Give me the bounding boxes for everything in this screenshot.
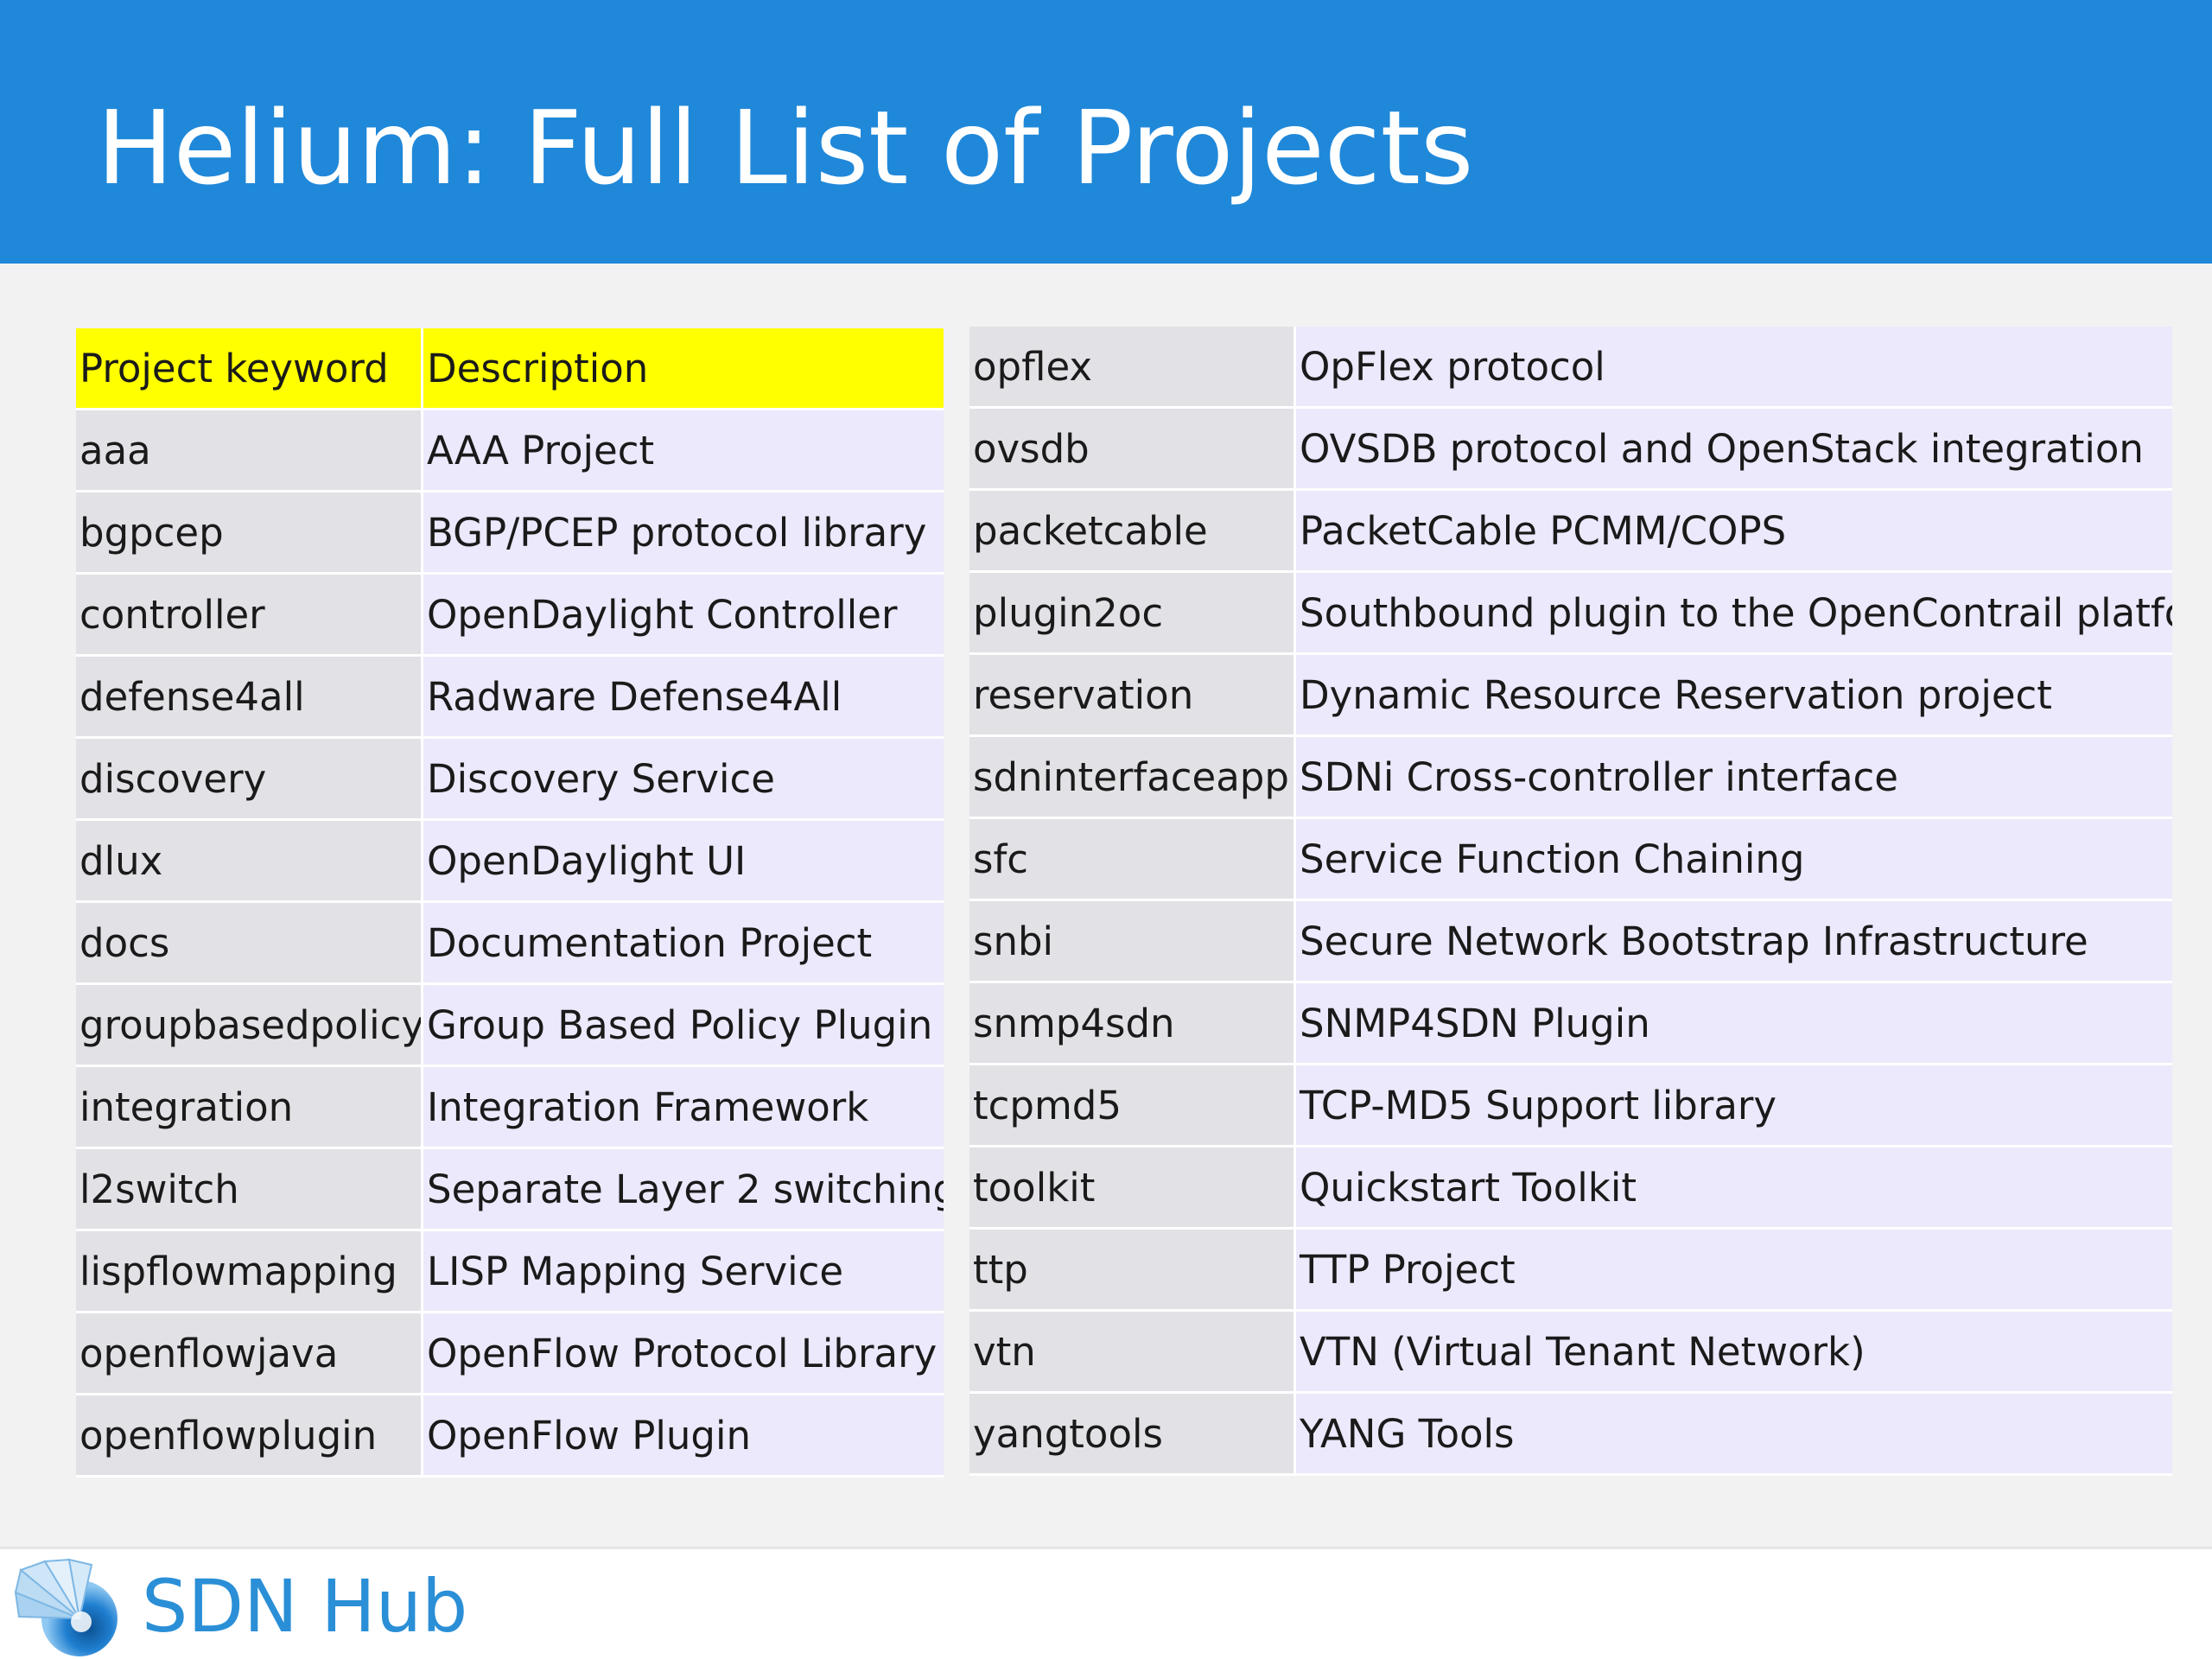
table-row: controller OpenDaylight Controller <box>76 575 944 657</box>
project-description: OpenDaylight Controller <box>423 575 944 657</box>
project-keyword: bgpcep <box>76 493 423 575</box>
project-keyword: vtn <box>969 1312 1296 1394</box>
project-description: Service Function Chaining <box>1296 819 2172 901</box>
project-keyword: integration <box>76 1067 423 1149</box>
project-description: Southbound plugin to the OpenContrail pl… <box>1296 573 2172 655</box>
project-keyword: groupbasedpolicy <box>76 985 423 1067</box>
project-keyword: openflowjava <box>76 1313 423 1395</box>
table-row: yangtools YANG Tools <box>969 1394 2172 1476</box>
footer-bar: SDN Hub <box>0 1547 2212 1659</box>
table-row: ovsdb OVSDB protocol and OpenStack integ… <box>969 409 2172 491</box>
project-description: AAA Project <box>423 410 944 493</box>
projects-table-left: Project keyword Description aaa AAA Proj… <box>76 328 944 1478</box>
project-description: OpenFlow Protocol Library <box>423 1313 944 1395</box>
project-description: BGP/PCEP protocol library <box>423 493 944 575</box>
table-row: tcpmd5 TCP-MD5 Support library <box>969 1065 2172 1147</box>
project-keyword: dlux <box>76 821 423 903</box>
project-keyword: snbi <box>969 901 1296 983</box>
project-keyword: discovery <box>76 739 423 821</box>
project-keyword: openflowplugin <box>76 1395 423 1478</box>
project-description: TTP Project <box>1296 1230 2172 1312</box>
table-row: openflowjava OpenFlow Protocol Library <box>76 1313 944 1395</box>
project-keyword: l2switch <box>76 1149 423 1231</box>
project-keyword: sdninterfaceapp <box>969 737 1296 819</box>
project-keyword: reservation <box>969 655 1296 737</box>
project-description: PacketCable PCMM/COPS <box>1296 491 2172 573</box>
sdn-hub-logo-icon <box>14 1558 118 1656</box>
table-row: vtn VTN (Virtual Tenant Network) <box>969 1312 2172 1394</box>
table-row: bgpcep BGP/PCEP protocol library <box>76 493 944 575</box>
slide-title: Helium: Full List of Projects <box>97 88 1474 207</box>
table-header-row: Project keyword Description <box>76 328 944 410</box>
project-keyword: lispflowmapping <box>76 1231 423 1313</box>
project-keyword: defense4all <box>76 657 423 739</box>
table-row: dlux OpenDaylight UI <box>76 821 944 903</box>
project-keyword: ovsdb <box>969 409 1296 491</box>
table-row: integration Integration Framework <box>76 1067 944 1149</box>
project-description: Integration Framework <box>423 1067 944 1149</box>
project-description: OpenFlow Plugin <box>423 1395 944 1478</box>
table-row: toolkit Quickstart Toolkit <box>969 1147 2172 1230</box>
project-description: Documentation Project <box>423 903 944 985</box>
project-description: Radware Defense4All <box>423 657 944 739</box>
project-keyword: opflex <box>969 327 1296 409</box>
project-keyword: sfc <box>969 819 1296 901</box>
project-description: SNMP4SDN Plugin <box>1296 983 2172 1065</box>
table-row: snbi Secure Network Bootstrap Infrastruc… <box>969 901 2172 983</box>
table-row: lispflowmapping LISP Mapping Service <box>76 1231 944 1313</box>
project-description: OVSDB protocol and OpenStack integration <box>1296 409 2172 491</box>
table-row: opflex OpFlex protocol <box>969 327 2172 409</box>
project-keyword: snmp4sdn <box>969 983 1296 1065</box>
project-description: Group Based Policy Plugin <box>423 985 944 1067</box>
table-row: ttp TTP Project <box>969 1230 2172 1312</box>
project-description: Dynamic Resource Reservation project <box>1296 655 2172 737</box>
project-keyword: plugin2oc <box>969 573 1296 655</box>
table-row: l2switch Separate Layer 2 switching <box>76 1149 944 1231</box>
project-keyword: toolkit <box>969 1147 1296 1230</box>
project-keyword: packetcable <box>969 491 1296 573</box>
project-description: OpFlex protocol <box>1296 327 2172 409</box>
table-row: sfc Service Function Chaining <box>969 819 2172 901</box>
project-description: LISP Mapping Service <box>423 1231 944 1313</box>
table-row: packetcable PacketCable PCMM/COPS <box>969 491 2172 573</box>
table-row: snmp4sdn SNMP4SDN Plugin <box>969 983 2172 1065</box>
project-description: Quickstart Toolkit <box>1296 1147 2172 1230</box>
project-keyword: yangtools <box>969 1394 1296 1476</box>
table-row: openflowplugin OpenFlow Plugin <box>76 1395 944 1478</box>
table-row: discovery Discovery Service <box>76 739 944 821</box>
table-row: sdninterfaceapp SDNi Cross-controller in… <box>969 737 2172 819</box>
table-row: defense4all Radware Defense4All <box>76 657 944 739</box>
project-keyword: tcpmd5 <box>969 1065 1296 1147</box>
project-keyword: docs <box>76 903 423 985</box>
project-description: YANG Tools <box>1296 1394 2172 1476</box>
project-description: Separate Layer 2 switching <box>423 1149 944 1231</box>
project-keyword: controller <box>76 575 423 657</box>
project-keyword: ttp <box>969 1230 1296 1312</box>
table-row: reservation Dynamic Resource Reservation… <box>969 655 2172 737</box>
column-header-description: Description <box>423 328 944 410</box>
table-row: aaa AAA Project <box>76 410 944 493</box>
project-description: VTN (Virtual Tenant Network) <box>1296 1312 2172 1394</box>
project-keyword: aaa <box>76 410 423 493</box>
slide: Helium: Full List of Projects Project ke… <box>0 0 2212 1659</box>
projects-table-right: opflex OpFlex protocol ovsdb OVSDB proto… <box>969 327 2172 1476</box>
table-row: plugin2oc Southbound plugin to the OpenC… <box>969 573 2172 655</box>
logo-text: SDN Hub <box>142 1564 468 1649</box>
column-header-keyword: Project keyword <box>76 328 423 410</box>
project-description: SDNi Cross-controller interface <box>1296 737 2172 819</box>
project-description: OpenDaylight UI <box>423 821 944 903</box>
project-description: TCP-MD5 Support library <box>1296 1065 2172 1147</box>
title-banner: Helium: Full List of Projects <box>0 0 2212 264</box>
project-description: Secure Network Bootstrap Infrastructure <box>1296 901 2172 983</box>
table-row: docs Documentation Project <box>76 903 944 985</box>
table-row: groupbasedpolicy Group Based Policy Plug… <box>76 985 944 1067</box>
project-description: Discovery Service <box>423 739 944 821</box>
